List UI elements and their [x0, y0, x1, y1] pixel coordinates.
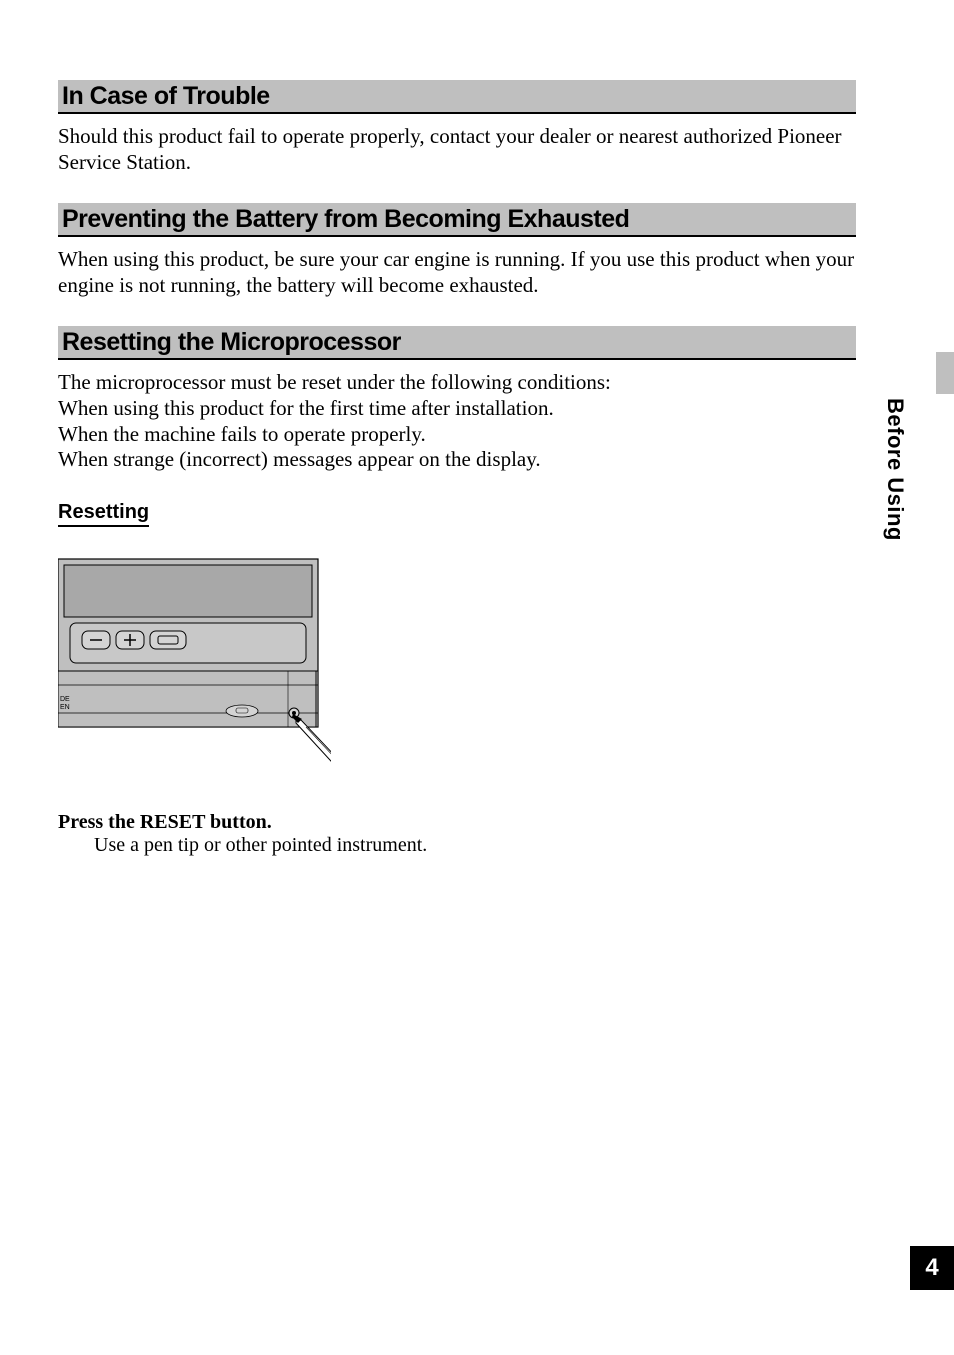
heading-resetting-microprocessor: Resetting the Microprocessor — [58, 326, 856, 360]
sub-heading-resetting: Resetting — [58, 501, 149, 527]
reset-condition-2: When the machine fails to operate proper… — [58, 422, 856, 448]
instruction-pen-tip: Use a pen tip or other pointed instrumen… — [94, 834, 856, 857]
reset-condition-intro: The microprocessor must be reset under t… — [58, 370, 856, 396]
svg-text:DE: DE — [60, 696, 70, 703]
body-in-case-of-trouble: Should this product fail to operate prop… — [58, 124, 856, 175]
reset-condition-1: When using this product for the first ti… — [58, 396, 856, 422]
reset-illustration: DE EN — [58, 541, 331, 799]
body-resetting-microprocessor: The microprocessor must be reset under t… — [58, 370, 856, 472]
reset-condition-3: When strange (incorrect) messages appear… — [58, 447, 856, 473]
body-battery-exhausted: When using this product, be sure your ca… — [58, 247, 856, 298]
instruction-press-reset: Press the RESET button. — [58, 811, 856, 834]
side-tab-marker — [936, 352, 954, 394]
heading-in-case-of-trouble: In Case of Trouble — [58, 80, 856, 114]
heading-battery-exhausted: Preventing the Battery from Becoming Exh… — [58, 203, 856, 237]
page-content: In Case of Trouble Should this product f… — [0, 0, 954, 857]
page-number: 4 — [910, 1246, 954, 1290]
side-section-label: Before Using — [882, 398, 908, 541]
svg-text:EN: EN — [60, 704, 70, 711]
